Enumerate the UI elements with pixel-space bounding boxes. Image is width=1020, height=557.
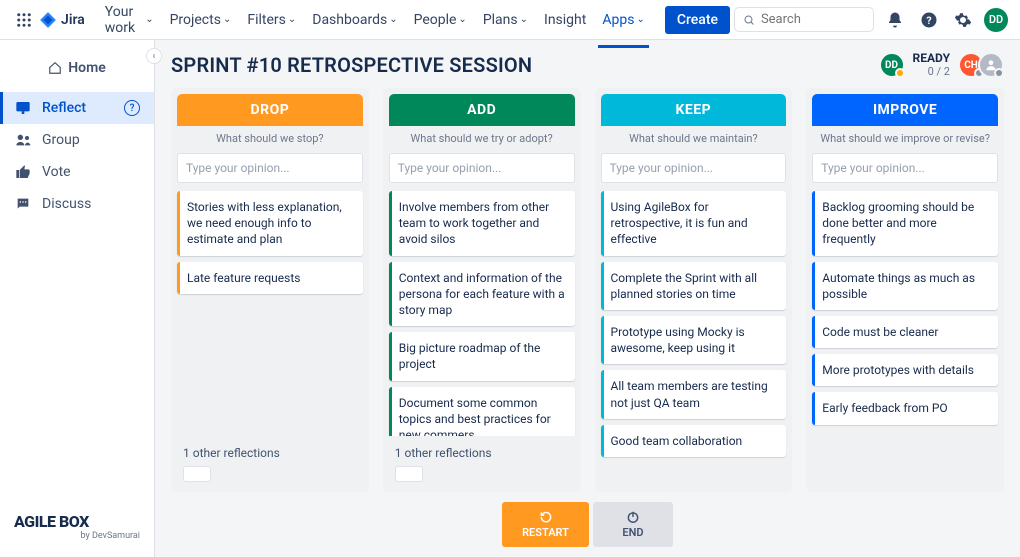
- reflection-card[interactable]: Document some common topics and best pra…: [389, 387, 575, 437]
- participant-avatar[interactable]: [978, 52, 1004, 78]
- reflection-card[interactable]: Using AgileBox for retrospective, it is …: [601, 191, 787, 256]
- collapse-sidebar-icon[interactable]: ‹: [146, 48, 162, 64]
- reflection-card[interactable]: Prototype using Mocky is awesome, keep u…: [601, 316, 787, 364]
- column-add: ADDWhat should we try or adopt? Involve m…: [383, 88, 581, 492]
- reflection-card[interactable]: Automate things as much as possible: [812, 262, 998, 310]
- sidebar-item-label: Reflect: [42, 100, 86, 116]
- column-drop: DROPWhat should we stop? Stories with les…: [171, 88, 369, 492]
- retro-columns: DROPWhat should we stop? Stories with les…: [171, 88, 1004, 492]
- opinion-input[interactable]: [601, 153, 787, 183]
- sidebar-item-label: Group: [42, 132, 80, 148]
- page-title: SPRINT #10 RETROSPECTIVE SESSION: [171, 53, 532, 77]
- column-keep: KEEPWhat should we maintain? Using AgileB…: [595, 88, 793, 492]
- create-button[interactable]: Create: [665, 6, 730, 34]
- sidebar-item-group[interactable]: Group: [0, 124, 154, 156]
- agilebox-logo: AGILE BOX: [14, 512, 140, 531]
- footer-buttons: RESTART END: [171, 502, 1004, 547]
- reflection-card[interactable]: Context and information of the persona f…: [389, 262, 575, 327]
- content-header: SPRINT #10 RETROSPECTIVE SESSION DD READ…: [171, 52, 1004, 78]
- nav-item-your-work[interactable]: Your work⌄: [97, 0, 162, 40]
- sidebar-item-reflect[interactable]: Reflect ?: [0, 92, 154, 124]
- column-header: KEEP: [601, 94, 787, 126]
- help-icon[interactable]: ?: [916, 7, 942, 33]
- nav-item-apps[interactable]: Apps⌄: [594, 0, 652, 40]
- sidebar-footer: AGILE BOX by DevSamurai: [0, 500, 154, 557]
- opinion-input[interactable]: [812, 153, 998, 183]
- column-header: ADD: [389, 94, 575, 126]
- column-improve: IMPROVEWhat should we improve or revise?…: [806, 88, 1004, 492]
- top-nav: Jira Your work⌄Projects⌄Filters⌄Dashboar…: [0, 0, 1020, 40]
- column-header: DROP: [177, 94, 363, 126]
- end-button[interactable]: END: [593, 502, 673, 547]
- nav-item-plans[interactable]: Plans⌄: [475, 0, 536, 40]
- reflection-card[interactable]: Backlog grooming should be done better a…: [812, 191, 998, 256]
- reveal-toggle[interactable]: [183, 466, 211, 482]
- reflection-card[interactable]: Early feedback from PO: [812, 392, 998, 424]
- svg-text:?: ?: [926, 13, 931, 26]
- sidebar-home[interactable]: Home: [0, 52, 154, 92]
- sidebar: ‹ Home Reflect ? Group Vote Discuss AGIL…: [0, 40, 155, 557]
- ready-status: READY 0 / 2: [913, 52, 950, 77]
- notifications-icon[interactable]: [882, 7, 908, 33]
- restart-button[interactable]: RESTART: [502, 502, 589, 547]
- nav-item-dashboards[interactable]: Dashboards⌄: [304, 0, 405, 40]
- reflection-card[interactable]: Complete the Sprint with all planned sto…: [601, 262, 787, 310]
- column-subtitle: What should we stop?: [171, 126, 369, 153]
- settings-icon[interactable]: [950, 7, 976, 33]
- jira-logo[interactable]: Jira: [39, 11, 85, 29]
- reflection-card[interactable]: Late feature requests: [177, 262, 363, 294]
- help-badge-icon[interactable]: ?: [124, 100, 140, 116]
- opinion-input[interactable]: [389, 153, 575, 183]
- reflection-card[interactable]: Code must be cleaner: [812, 316, 998, 348]
- opinion-input[interactable]: [177, 153, 363, 183]
- group-icon: [14, 132, 32, 148]
- app-switcher-icon[interactable]: [12, 8, 35, 32]
- reflection-card[interactable]: Stories with less explanation, we need e…: [177, 191, 363, 256]
- user-avatar[interactable]: DD: [984, 8, 1008, 32]
- column-subtitle: What should we try or adopt?: [383, 126, 581, 153]
- participant-avatar[interactable]: DD: [879, 52, 905, 78]
- agilebox-subtitle: by DevSamurai: [14, 531, 140, 541]
- reflection-card[interactable]: Involve members from other team to work …: [389, 191, 575, 256]
- content: SPRINT #10 RETROSPECTIVE SESSION DD READ…: [155, 40, 1020, 557]
- other-reflections-label: 1 other reflections: [383, 436, 581, 466]
- sidebar-item-label: Vote: [42, 164, 71, 180]
- nav-item-people[interactable]: People⌄: [406, 0, 475, 40]
- reflection-card[interactable]: Big picture roadmap of the project: [389, 332, 575, 380]
- discuss-icon: [14, 196, 32, 212]
- reflect-icon: [14, 100, 32, 116]
- sidebar-item-vote[interactable]: Vote: [0, 156, 154, 188]
- nav-item-projects[interactable]: Projects⌄: [162, 0, 240, 40]
- search-input[interactable]: [734, 7, 874, 32]
- sidebar-item-discuss[interactable]: Discuss: [0, 188, 154, 220]
- reveal-toggle[interactable]: [395, 466, 423, 482]
- column-subtitle: What should we improve or revise?: [806, 126, 1004, 153]
- nav-item-insight[interactable]: Insight: [536, 0, 594, 40]
- column-header: IMPROVE: [812, 94, 998, 126]
- nav-item-filters[interactable]: Filters⌄: [239, 0, 304, 40]
- sidebar-item-label: Discuss: [42, 196, 91, 212]
- column-subtitle: What should we maintain?: [595, 126, 793, 153]
- reflection-card[interactable]: All team members are testing not just QA…: [601, 370, 787, 418]
- reflection-card[interactable]: More prototypes with details: [812, 354, 998, 386]
- other-reflections-label: 1 other reflections: [171, 436, 369, 466]
- reflection-card[interactable]: Good team collaboration: [601, 425, 787, 457]
- vote-icon: [14, 164, 32, 180]
